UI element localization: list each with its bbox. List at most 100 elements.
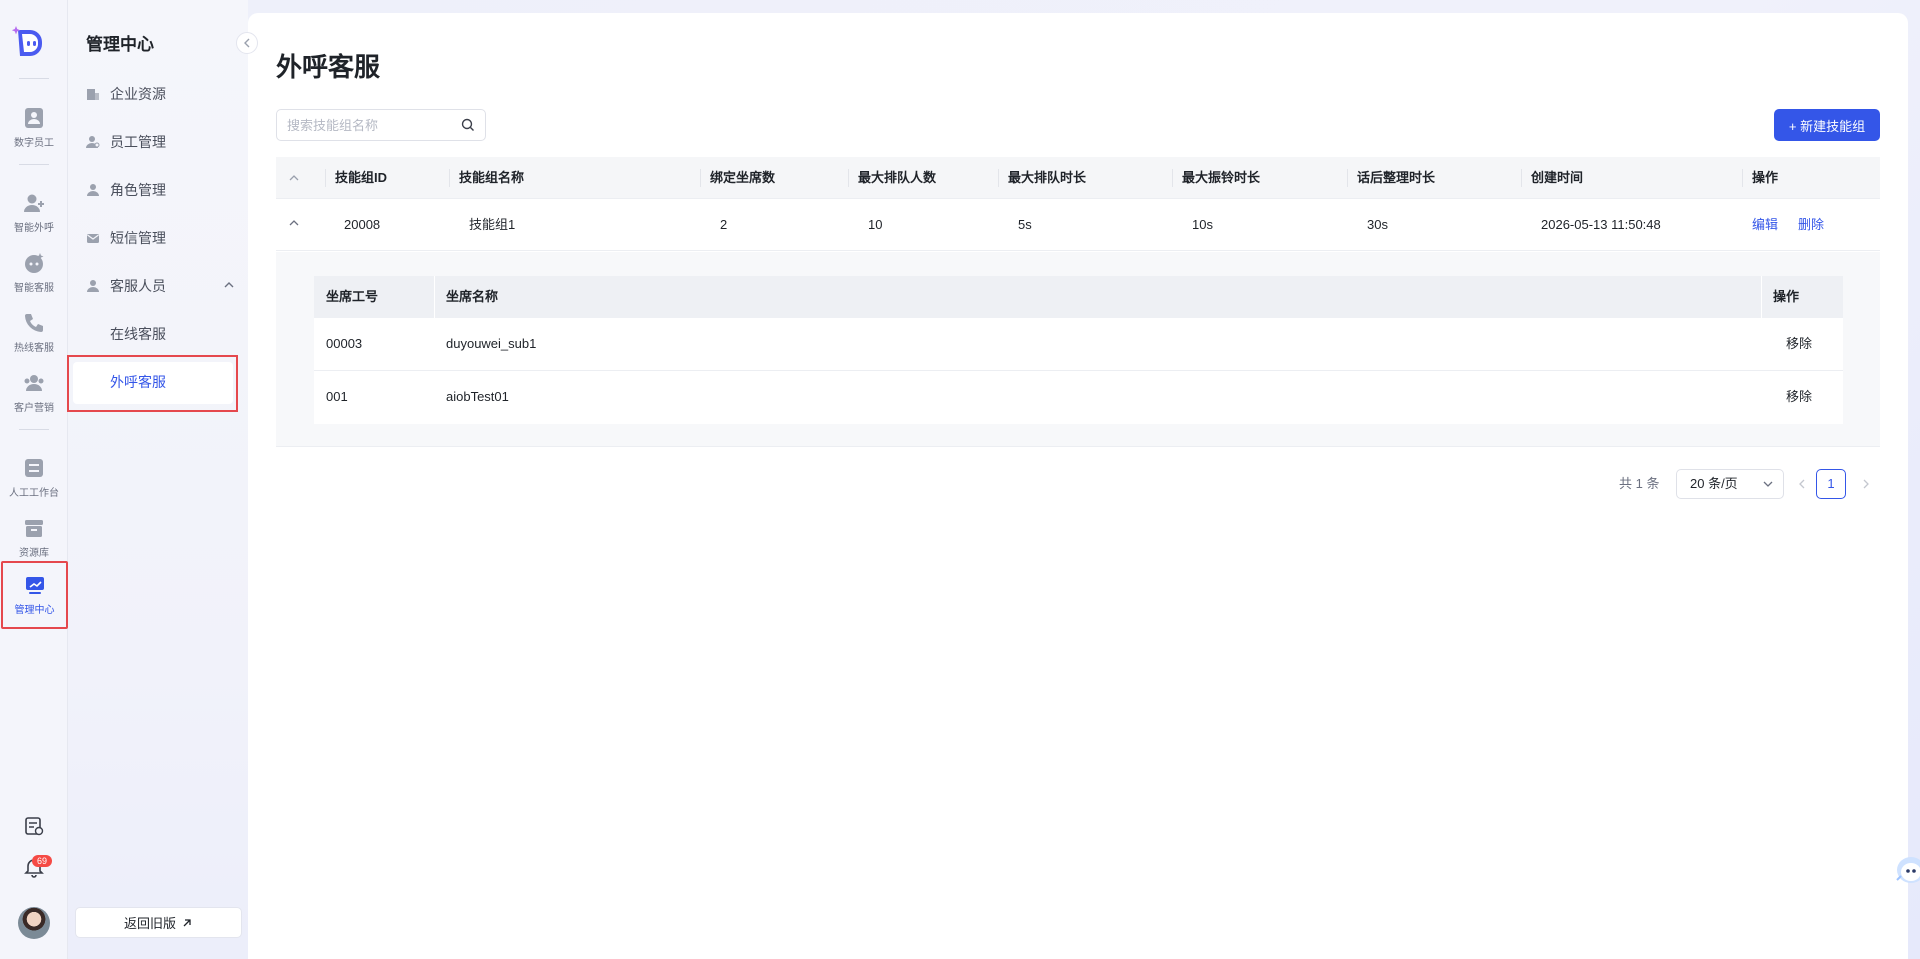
task-list-icon[interactable] <box>24 816 44 836</box>
rail-item-label: 客户营销 <box>14 403 54 414</box>
rail-item-label: 数字员工 <box>14 138 54 149</box>
sub-table-header: 坐席工号 坐席名称 操作 <box>314 276 1843 318</box>
search-box <box>276 109 486 141</box>
column-header: 创建时间 <box>1521 157 1583 199</box>
rail-divider <box>19 429 49 430</box>
new-skill-group-button[interactable]: + 新建技能组 <box>1774 109 1880 141</box>
edit-link[interactable]: 编辑 <box>1742 199 1778 251</box>
sidebar-subitem-label: 外呼客服 <box>110 374 166 390</box>
rail-item-smart-service[interactable]: 智能客服 <box>0 245 68 301</box>
cell-skill-group-id: 20008 <box>344 217 381 232</box>
sidebar-item-label: 员工管理 <box>110 134 166 150</box>
rail-item-customer-marketing[interactable]: 客户营销 <box>0 365 68 421</box>
sidebar-subitem-label: 在线客服 <box>110 326 166 342</box>
cell-created-time: 2026-05-13 11:50:48 <box>1541 217 1661 232</box>
resource-library-icon <box>25 520 43 537</box>
previous-page-icon[interactable] <box>1796 477 1808 491</box>
sidebar-item-label: 企业资源 <box>110 86 166 102</box>
smart-outbound-icon <box>24 194 44 212</box>
column-header: 最大振铃时长 <box>1172 157 1260 199</box>
sidebar-item-agents[interactable]: 客服人员 <box>86 268 241 304</box>
role-icon <box>87 184 99 196</box>
cell-max-ring-time: 10s <box>1192 217 1213 232</box>
rail-item-management-center[interactable]: 管理中心 <box>1 561 68 629</box>
rail-divider <box>19 78 49 79</box>
sidebar-subitem-online-service[interactable]: 在线客服 <box>110 316 246 352</box>
chevron-left-icon <box>244 38 250 48</box>
hotline-icon <box>25 314 43 332</box>
management-center-icon <box>25 577 44 594</box>
rail-item-smart-outbound[interactable]: 智能外呼 <box>0 185 68 241</box>
column-header: 绑定坐席数 <box>700 157 775 199</box>
remove-link[interactable]: 移除 <box>1774 371 1812 423</box>
column-header: 技能组ID <box>325 157 387 199</box>
rail-item-digital-employee[interactable]: 数字员工 <box>0 100 68 156</box>
sidebar-item-label: 短信管理 <box>110 230 166 246</box>
sidebar-item-enterprise-resources[interactable]: 企业资源 <box>86 76 241 112</box>
expand-all-icon[interactable] <box>288 172 300 184</box>
page-size-select[interactable]: 20 条/页 <box>1676 469 1784 499</box>
page-number-button[interactable]: 1 <box>1816 469 1846 499</box>
sidebar-item-sms-management[interactable]: 短信管理 <box>86 220 241 256</box>
external-arrow-icon <box>183 918 191 926</box>
cell-max-queue: 10 <box>868 217 883 232</box>
collapse-row-icon[interactable] <box>288 217 300 229</box>
column-header: 操作 <box>1742 157 1778 199</box>
sidebar-item-label: 角色管理 <box>110 182 166 198</box>
cell-agent-number: 001 <box>326 389 348 404</box>
page-size-value: 20 条/页 <box>1690 476 1738 491</box>
employee-icon <box>86 136 100 148</box>
smart-service-icon <box>25 253 44 273</box>
sub-column-header: 坐席工号 <box>326 289 379 304</box>
sidebar-item-role-management[interactable]: 角色管理 <box>86 172 241 208</box>
delete-link[interactable]: 删除 <box>1788 199 1824 251</box>
collapse-sidebar-button[interactable] <box>236 32 258 54</box>
rail-item-workbench[interactable]: 人工工作台 <box>0 450 68 506</box>
rail-item-label: 管理中心 <box>14 605 55 616</box>
assistant-mascot-icon[interactable] <box>1893 852 1920 886</box>
search-icon[interactable] <box>461 118 475 132</box>
cell-skill-group-name: 技能组1 <box>469 217 516 232</box>
sidebar: 管理中心 企业资源 员工管理 角色管理 短信管理 客服人员 在线客服 <box>68 0 248 959</box>
chevron-up-icon[interactable] <box>223 279 235 291</box>
sub-column-header: 坐席名称 <box>434 276 498 318</box>
cell-agent-name: duyouwei_sub1 <box>446 336 537 351</box>
sms-icon <box>87 234 99 243</box>
digital-employee-icon <box>25 108 43 128</box>
chevron-down-icon <box>1763 481 1773 487</box>
column-header: 话后整理时长 <box>1347 157 1435 199</box>
sub-table-row: 001 aiobTest01 移除 <box>314 371 1843 424</box>
cell-wrap-up-time: 30s <box>1367 217 1388 232</box>
customer-marketing-icon <box>24 375 44 391</box>
sidebar-subitem-outbound-service[interactable]: 外呼客服 <box>110 364 246 400</box>
rail-item-label: 智能客服 <box>14 283 54 294</box>
sub-table-row: 00003 duyouwei_sub1 移除 <box>314 318 1843 371</box>
workbench-icon <box>25 459 43 477</box>
return-old-version-button[interactable]: 返回旧版 <box>75 907 242 938</box>
sidebar-item-employee-management[interactable]: 员工管理 <box>86 124 241 160</box>
column-header: 最大排队人数 <box>848 157 936 199</box>
cell-max-queue-time: 5s <box>1018 217 1032 232</box>
rail-item-label: 热线客服 <box>14 343 54 354</box>
app-logo-icon[interactable] <box>12 24 54 60</box>
cell-seat-count: 2 <box>720 217 728 232</box>
rail-item-resource-library[interactable]: 资源库 <box>0 510 68 566</box>
remove-link[interactable]: 移除 <box>1774 318 1812 370</box>
agent-icon <box>87 280 99 292</box>
search-input[interactable] <box>287 110 457 140</box>
page-title: 外呼客服 <box>276 52 381 82</box>
next-page-icon[interactable] <box>1860 477 1872 491</box>
return-old-version-label: 返回旧版 <box>123 916 176 931</box>
column-header: 最大排队时长 <box>998 157 1086 199</box>
rail-item-hotline[interactable]: 热线客服 <box>0 305 68 361</box>
pagination: 共 1 条 20 条/页 1 <box>248 468 1908 500</box>
rail-item-label: 人工工作台 <box>9 488 59 499</box>
rail-divider <box>19 164 49 165</box>
sidebar-item-label: 客服人员 <box>110 278 166 294</box>
icon-rail: 数字员工 智能外呼 智能客服 热线客服 客户营销 人工工作台 资源库 管理中心 … <box>0 0 68 959</box>
table-row: 20008 技能组1 2 10 5s 10s 30s 2026-05-13 11… <box>276 199 1880 251</box>
avatar[interactable] <box>18 907 50 939</box>
column-header: 技能组名称 <box>449 157 524 199</box>
cell-agent-number: 00003 <box>326 336 363 351</box>
rail-item-label: 资源库 <box>19 548 49 559</box>
